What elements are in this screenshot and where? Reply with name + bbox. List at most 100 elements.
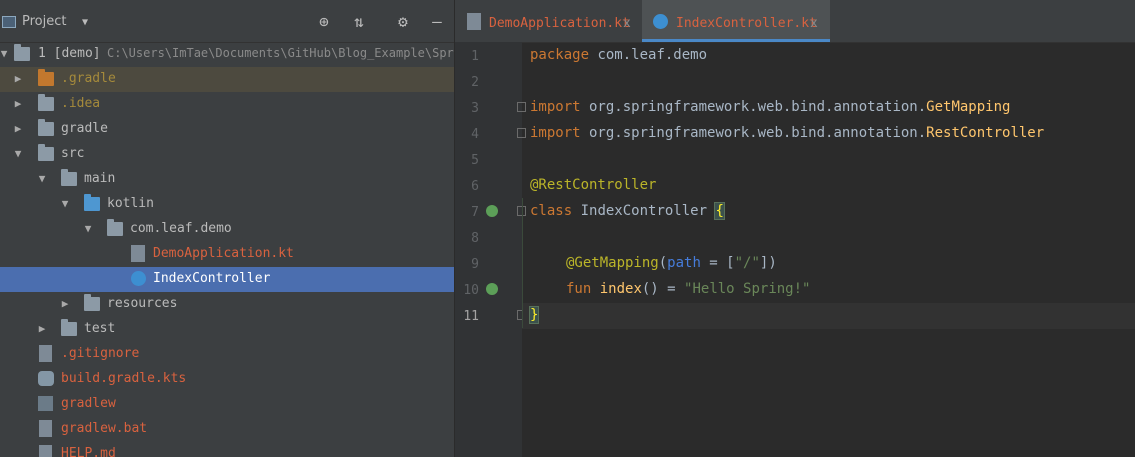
tree-item-gradlew[interactable]: gradlew bbox=[0, 392, 454, 417]
close-icon[interactable]: x bbox=[623, 16, 631, 31]
chevron-down-icon[interactable]: ▼ bbox=[82, 17, 88, 28]
chevron-right-icon[interactable]: ▶ bbox=[59, 298, 71, 310]
locate-icon[interactable]: ⊕ bbox=[315, 13, 333, 31]
line-number: 4 bbox=[471, 127, 479, 142]
code-line-4: import org.springframework.web.bind.anno… bbox=[530, 125, 1045, 141]
folder-icon bbox=[38, 144, 54, 161]
current-line-highlight bbox=[522, 303, 1135, 329]
resources-folder-icon bbox=[84, 294, 100, 311]
tree-item-demo[interactable]: ▼ 1 [demo] C:\Users\ImTae\Documents\GitH… bbox=[0, 42, 454, 67]
editor: DemoApplication.kt x IndexController.kt … bbox=[455, 0, 1135, 457]
tree-item-label: kotlin bbox=[107, 196, 154, 211]
chevron-right-icon[interactable]: ▶ bbox=[12, 98, 24, 110]
chevron-down-icon[interactable]: ▼ bbox=[59, 198, 71, 210]
line-number: 3 bbox=[471, 101, 479, 116]
tree-item-indexcontroller[interactable]: IndexController bbox=[0, 267, 454, 292]
test-folder-icon bbox=[61, 319, 77, 336]
kotlin-file-icon bbox=[467, 13, 481, 30]
project-panel-title[interactable]: Project bbox=[22, 14, 66, 29]
tree-item-resources[interactable]: ▶ resources bbox=[0, 292, 454, 317]
tab-demoapplication[interactable]: DemoApplication.kt x bbox=[455, 0, 641, 42]
line-number: 1 bbox=[471, 49, 479, 64]
folder-icon bbox=[38, 119, 54, 136]
tree-item-gradle-hidden[interactable]: ▶ .gradle bbox=[0, 67, 454, 92]
kotlin-class-icon bbox=[131, 271, 146, 286]
text-file-icon bbox=[39, 420, 52, 437]
project-view-icon bbox=[2, 16, 16, 28]
tree-item-label: main bbox=[84, 171, 116, 186]
terminal-file-icon bbox=[38, 396, 53, 411]
tree-item-label: .idea bbox=[61, 96, 101, 111]
chevron-down-icon[interactable]: ▼ bbox=[36, 173, 48, 185]
project-panel: Project ▼ ⊕ ⇅ ⚙ — ▼ 1 [demo] C:\Users\Im… bbox=[0, 0, 454, 457]
project-panel-header: Project ▼ ⊕ ⇅ ⚙ — bbox=[0, 0, 454, 43]
tree-item-gradlew-bat[interactable]: gradlew.bat bbox=[0, 417, 454, 442]
code-line-1: package com.leaf.demo bbox=[530, 47, 708, 63]
tree-item-label: build.gradle.kts bbox=[61, 371, 187, 386]
project-path: C:\Users\ImTae\Documents\GitHub\Blog_Exa… bbox=[107, 46, 454, 60]
chevron-down-icon[interactable]: ▼ bbox=[12, 148, 24, 160]
code-line-11: } bbox=[528, 306, 540, 324]
code-line-9: @GetMapping(path = ["/"]) bbox=[566, 255, 777, 271]
package-icon bbox=[107, 219, 123, 236]
tree-item-main[interactable]: ▼ main bbox=[0, 167, 454, 192]
tree-item-src[interactable]: ▼ src bbox=[0, 142, 454, 167]
tree-item-build-gradle[interactable]: build.gradle.kts bbox=[0, 367, 454, 392]
line-number: 7 bbox=[471, 205, 479, 220]
tree-item-label: resources bbox=[107, 296, 178, 311]
tree-item-gitignore[interactable]: .gitignore bbox=[0, 342, 454, 367]
fold-icon[interactable] bbox=[517, 128, 526, 138]
code-line-7: class IndexController { bbox=[530, 202, 725, 220]
close-icon[interactable]: x bbox=[810, 16, 818, 31]
chevron-right-icon[interactable]: ▶ bbox=[12, 73, 24, 85]
tree-item-label: DemoApplication.kt bbox=[153, 246, 294, 261]
tree-item-label: gradlew.bat bbox=[61, 421, 148, 436]
tree-item-label: IndexController bbox=[153, 271, 271, 286]
line-number: 10 bbox=[463, 283, 479, 298]
chevron-right-icon[interactable]: ▶ bbox=[36, 323, 48, 335]
folder-icon bbox=[84, 194, 100, 211]
gitignore-file-icon bbox=[39, 345, 52, 362]
code-line-10: fun index() = "Hello Spring!" bbox=[566, 281, 811, 297]
tab-label: DemoApplication.kt bbox=[489, 16, 630, 31]
run-gutter-icon[interactable] bbox=[486, 205, 498, 217]
folder-icon bbox=[38, 69, 54, 86]
code-line-3: import org.springframework.web.bind.anno… bbox=[530, 99, 1011, 115]
minimize-icon[interactable]: — bbox=[428, 13, 446, 31]
tree-item-idea[interactable]: ▶ .idea bbox=[0, 92, 454, 117]
line-number: 2 bbox=[471, 75, 479, 90]
editor-tab-bar: DemoApplication.kt x IndexController.kt … bbox=[455, 0, 1135, 43]
editor-gutter[interactable]: 1 2 3 4 5 6 7 8 9 10 11 bbox=[455, 42, 526, 457]
tree-item-kotlin[interactable]: ▼ kotlin bbox=[0, 192, 454, 217]
tree-item-label: .gradle bbox=[61, 71, 116, 86]
gear-icon[interactable]: ⚙ bbox=[394, 13, 412, 31]
tree-item-label: gradle bbox=[61, 121, 108, 136]
run-gutter-icon[interactable] bbox=[486, 283, 498, 295]
collapse-all-icon[interactable]: ⇅ bbox=[350, 13, 368, 31]
tree-item-label: test bbox=[84, 321, 116, 336]
fold-guide bbox=[522, 198, 523, 328]
tree-item-gradle[interactable]: ▶ gradle bbox=[0, 117, 454, 142]
line-number: 5 bbox=[471, 153, 479, 168]
fold-icon[interactable] bbox=[517, 102, 526, 112]
line-number: 6 bbox=[471, 179, 479, 194]
tab-label: IndexController.kt bbox=[676, 16, 817, 31]
tree-item-demoapplication[interactable]: DemoApplication.kt bbox=[0, 242, 454, 267]
tree-item-label: .gitignore bbox=[61, 346, 140, 361]
tree-item-help[interactable]: HELP.md bbox=[0, 442, 454, 457]
tree-item-package[interactable]: ▼ com.leaf.demo bbox=[0, 217, 454, 242]
kotlin-class-icon bbox=[653, 14, 668, 29]
tree-item-label: src bbox=[61, 146, 85, 161]
module-folder-icon bbox=[14, 44, 30, 61]
tree-item-test[interactable]: ▶ test bbox=[0, 317, 454, 342]
code-line-6: @RestController bbox=[530, 177, 657, 193]
tree-item-label: gradlew bbox=[61, 396, 116, 411]
gradle-file-icon bbox=[38, 371, 54, 386]
chevron-right-icon[interactable]: ▶ bbox=[12, 123, 24, 135]
chevron-down-icon[interactable]: ▼ bbox=[82, 223, 94, 235]
tab-indexcontroller[interactable]: IndexController.kt x bbox=[642, 0, 830, 42]
chevron-down-icon[interactable]: ▼ bbox=[0, 48, 10, 60]
tree-item-label: 1 [demo] bbox=[38, 46, 101, 61]
source-folder-icon bbox=[61, 169, 77, 186]
markdown-file-icon bbox=[39, 445, 52, 457]
